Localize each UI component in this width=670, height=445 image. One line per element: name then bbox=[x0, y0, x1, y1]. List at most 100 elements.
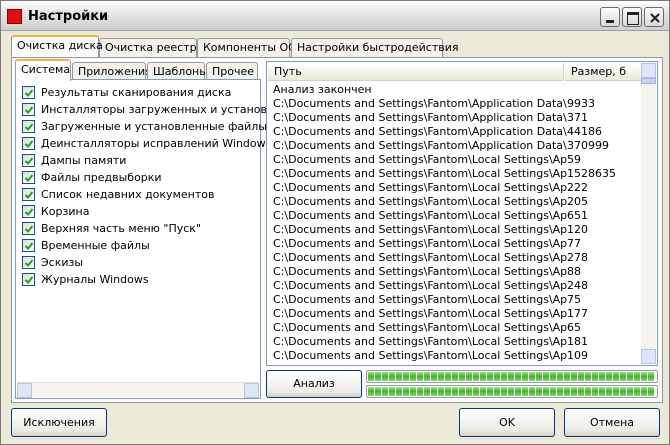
results-list[interactable]: Путь Размер, б Анализ закончен C:\Docume… bbox=[266, 61, 658, 366]
checkbox-checked[interactable] bbox=[22, 170, 35, 184]
checklist-item[interactable]: Дампы памяти bbox=[22, 152, 126, 168]
checkbox-checked[interactable] bbox=[22, 204, 35, 218]
checkbox-checked[interactable] bbox=[22, 238, 35, 252]
progress-segment bbox=[438, 372, 444, 381]
progress-segment bbox=[480, 372, 486, 381]
table-row[interactable]: C:\Documents and Settings\Fantom\Local S… bbox=[273, 335, 647, 349]
tab-os-components[interactable]: Компоненты ОС bbox=[197, 38, 296, 57]
checklist-item[interactable]: Загруженные и установленные файлы прог bbox=[22, 118, 297, 134]
checklist-item[interactable]: Файлы предвыборки bbox=[22, 169, 162, 185]
checklist-label: Файлы предвыборки bbox=[41, 170, 162, 184]
progress-segment bbox=[634, 372, 640, 381]
tab-performance-settings[interactable]: Настройки быстродействия bbox=[291, 38, 458, 57]
checklist-label: Верхняя часть меню "Пуск" bbox=[41, 221, 202, 235]
checkbox-checked[interactable] bbox=[22, 136, 35, 150]
table-row[interactable]: C:\Documents and Settings\Fantom\Local S… bbox=[273, 265, 647, 279]
column-header-path[interactable]: Путь bbox=[268, 63, 564, 81]
table-row[interactable]: C:\Documents and Settings\Fantom\Local S… bbox=[273, 209, 647, 223]
progress-segment bbox=[389, 372, 395, 381]
progress-segment bbox=[445, 387, 451, 396]
ok-button[interactable]: OK bbox=[459, 408, 555, 437]
exclusions-button[interactable]: Исключения bbox=[11, 408, 107, 437]
progress-segment bbox=[592, 372, 598, 381]
table-row[interactable]: C:\Documents and Settings\Fantom\Local S… bbox=[273, 237, 647, 251]
checklist-item[interactable]: Журналы Windows bbox=[22, 271, 149, 287]
cell-path: C:\Documents and Settings\Fantom\Local S… bbox=[273, 321, 567, 334]
progress-segment bbox=[578, 387, 584, 396]
progress-segment bbox=[606, 372, 612, 381]
cell-path: C:\Documents and Settings\Fantom\Applica… bbox=[273, 139, 567, 152]
progress-segment bbox=[522, 372, 528, 381]
checklist-item[interactable]: Эскизы bbox=[22, 254, 83, 270]
checklist-item[interactable]: Инсталляторы загруженных и установленн bbox=[22, 101, 295, 117]
cancel-button[interactable]: Отмена bbox=[564, 408, 660, 437]
progress-segment bbox=[403, 372, 409, 381]
checklist-label: Временные файлы bbox=[41, 238, 150, 252]
table-row[interactable]: C:\Documents and Settings\Fantom\Local S… bbox=[273, 195, 647, 209]
checklist-item[interactable]: Корзина bbox=[22, 203, 89, 219]
minimize-button[interactable] bbox=[600, 7, 620, 27]
cell-size: 109 bbox=[567, 349, 588, 362]
progress-segment bbox=[557, 372, 563, 381]
checkbox-checked[interactable] bbox=[22, 102, 35, 116]
checkbox-checked[interactable] bbox=[22, 255, 35, 269]
table-row[interactable]: C:\Documents and Settings\Fantom\Applica… bbox=[273, 111, 647, 125]
progress-segment bbox=[382, 372, 388, 381]
table-row[interactable]: C:\Documents and Settings\Fantom\Local S… bbox=[273, 321, 647, 335]
checkbox-checked[interactable] bbox=[22, 272, 35, 286]
close-button[interactable] bbox=[644, 7, 664, 27]
cell-size: 59 bbox=[567, 153, 581, 166]
column-header-size[interactable]: Размер, б bbox=[565, 63, 642, 81]
progress-segment bbox=[445, 372, 451, 381]
progress-segment bbox=[375, 372, 381, 381]
cell-path: C:\Documents and Settings\Fantom\Local S… bbox=[273, 265, 567, 278]
progress-segment bbox=[382, 387, 388, 396]
scroll-up-button[interactable] bbox=[641, 63, 656, 78]
progress-segment bbox=[641, 372, 647, 381]
table-row[interactable]: C:\Documents and Settings\Fantom\Local S… bbox=[273, 153, 647, 167]
checkbox-checked[interactable] bbox=[22, 153, 35, 167]
cell-size: 88 bbox=[567, 265, 581, 278]
analyze-button[interactable]: Анализ bbox=[266, 370, 362, 398]
table-row[interactable]: C:\Documents and Settings\Fantom\Local S… bbox=[273, 167, 647, 181]
tab-disk-cleanup[interactable]: Очистка диска bbox=[11, 35, 103, 57]
progress-segment bbox=[571, 387, 577, 396]
checklist-label: Эскизы bbox=[41, 255, 84, 269]
progress-segment bbox=[431, 372, 437, 381]
table-row[interactable]: C:\Documents and Settings\Fantom\Local S… bbox=[273, 349, 647, 363]
table-row[interactable]: C:\Documents and Settings\Fantom\Local S… bbox=[273, 293, 647, 307]
progress-segment bbox=[368, 387, 374, 396]
table-row[interactable]: C:\Documents and Settings\Fantom\Local S… bbox=[273, 181, 647, 195]
progress-bar-2 bbox=[366, 385, 658, 398]
cleanup-checklist: Результаты сканирования диска Инсталлятор… bbox=[15, 79, 297, 399]
checklist-item[interactable]: Деинсталляторы исправлений Windows bbox=[22, 135, 271, 151]
checkbox-checked[interactable] bbox=[22, 85, 35, 99]
checklist-item[interactable]: Верхняя часть меню "Пуск" bbox=[22, 220, 201, 236]
progress-segment bbox=[606, 387, 612, 396]
table-row[interactable]: C:\Documents and Settings\Fantom\Applica… bbox=[273, 139, 647, 153]
tab-registry-cleanup[interactable]: Очистка реестра bbox=[99, 38, 203, 57]
table-row[interactable]: C:\Documents and Settings\Fantom\Local S… bbox=[273, 279, 647, 293]
checklist-item[interactable]: Временные файлы bbox=[22, 237, 150, 253]
scroll-right-button[interactable] bbox=[244, 383, 259, 398]
table-row[interactable]: C:\Documents and Settings\Fantom\Local S… bbox=[273, 251, 647, 265]
checklist-item[interactable]: Список недавних документов bbox=[22, 186, 214, 202]
subtab-system[interactable]: Система bbox=[15, 59, 71, 81]
checkbox-checked[interactable] bbox=[22, 119, 35, 133]
checkbox-checked[interactable] bbox=[22, 187, 35, 201]
scroll-thumb[interactable] bbox=[641, 78, 656, 84]
table-row[interactable]: C:\Documents and Settings\Fantom\Applica… bbox=[273, 97, 647, 111]
table-row[interactable]: C:\Documents and Settings\Fantom\Applica… bbox=[273, 125, 647, 139]
checklist-hscrollbar[interactable] bbox=[17, 382, 259, 398]
checklist-item[interactable]: Результаты сканирования диска bbox=[22, 84, 231, 100]
progress-bar-1 bbox=[366, 370, 658, 383]
table-row[interactable]: C:\Documents and Settings\Fantom\Local S… bbox=[273, 223, 647, 237]
checkbox-checked[interactable] bbox=[22, 221, 35, 235]
scroll-left-button[interactable] bbox=[17, 383, 32, 398]
maximize-button[interactable] bbox=[622, 7, 642, 27]
progress-segment bbox=[396, 387, 402, 396]
title-bar[interactable]: Настройки bbox=[1, 1, 669, 31]
progress-segment bbox=[543, 372, 549, 381]
progress-segment bbox=[494, 387, 500, 396]
table-row[interactable]: C:\Documents and Settings\Fantom\Local S… bbox=[273, 307, 647, 321]
